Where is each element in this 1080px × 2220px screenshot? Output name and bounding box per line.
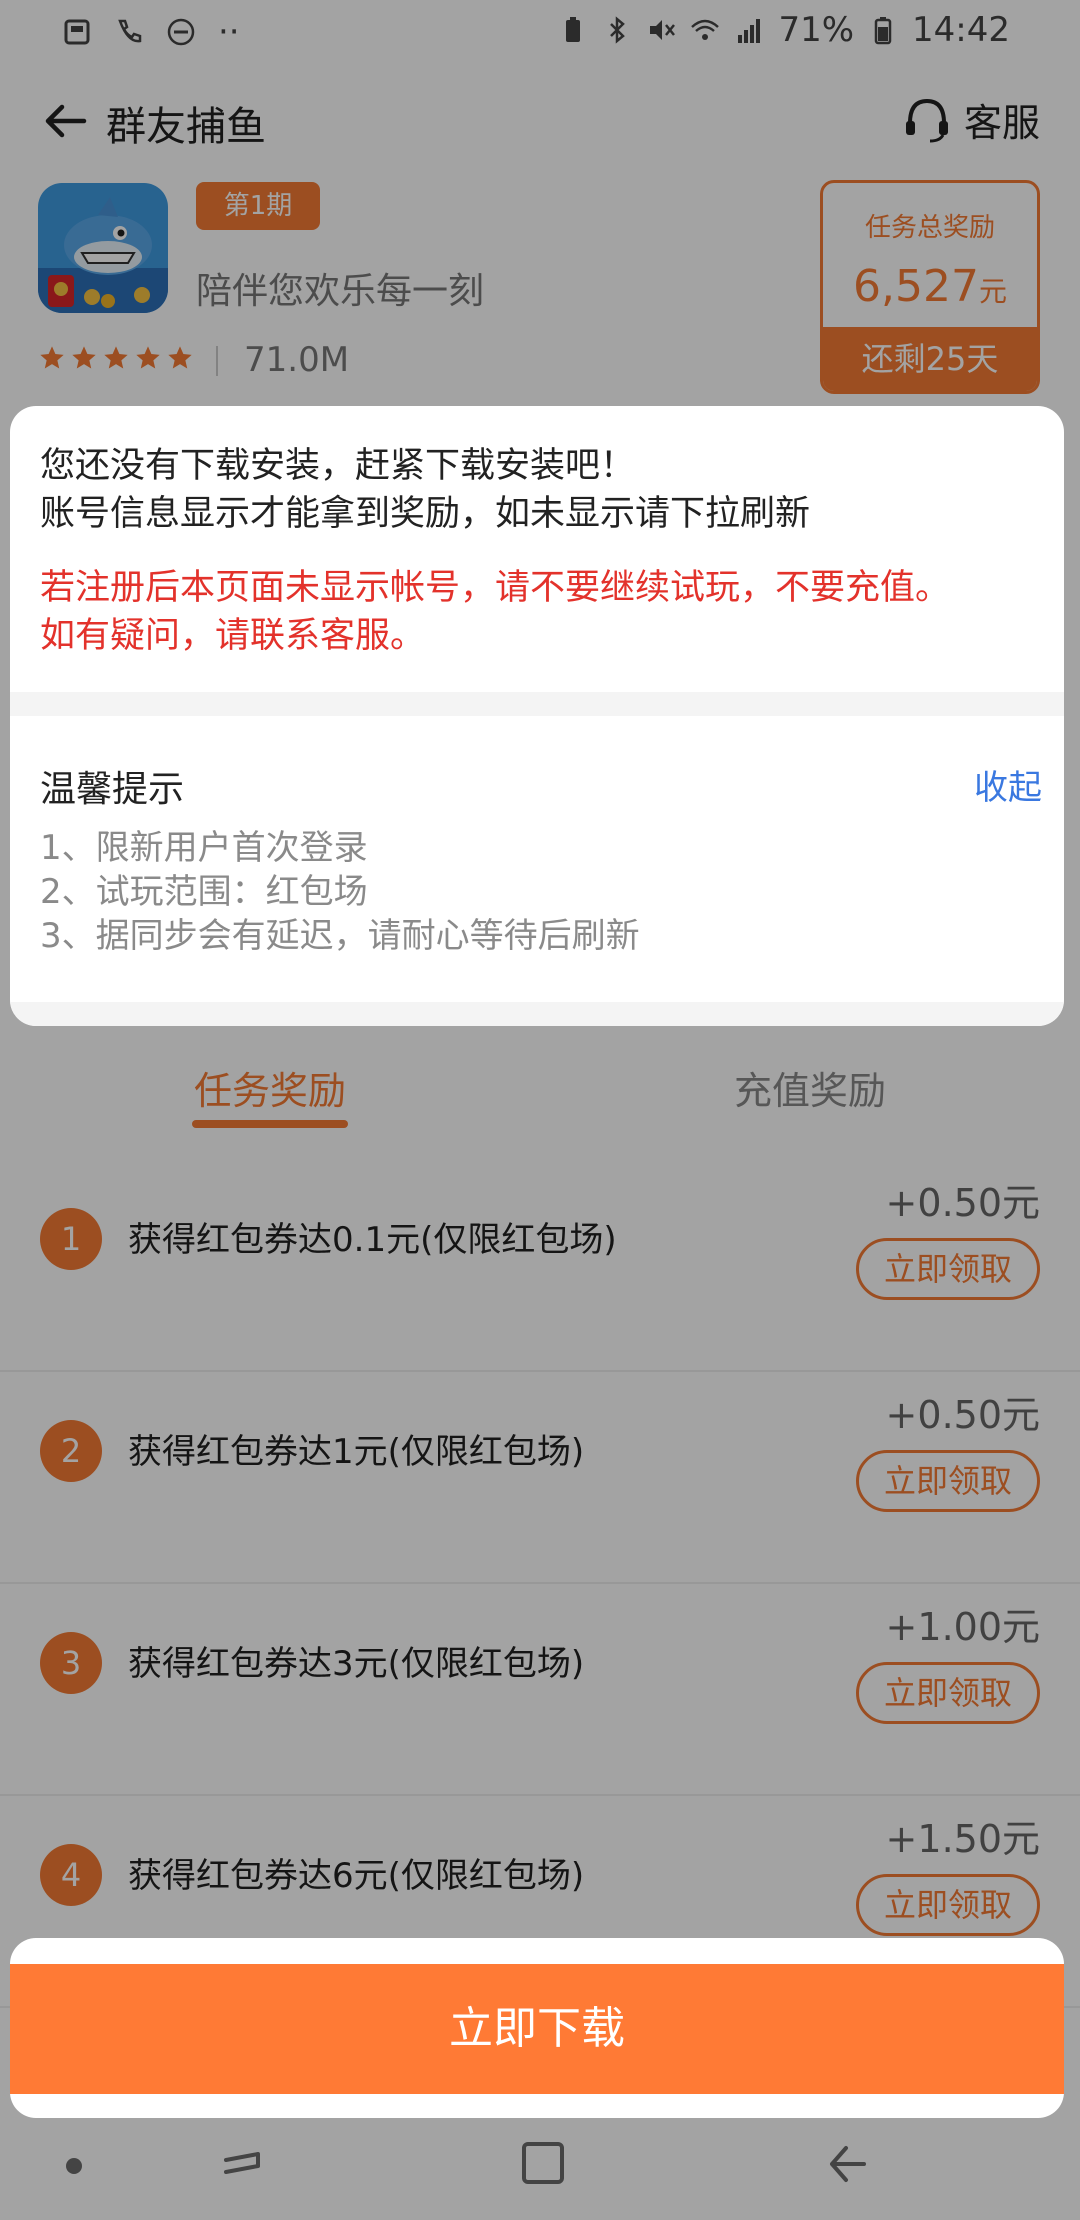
warning-line: 如有疑问，请联系客服。 [40,616,426,656]
notice-line: 您还没有下载安装，赶紧下载安装吧！ [40,446,636,486]
collapse-link[interactable]: 收起 [974,760,1042,809]
download-card: 立即下载 [10,1938,1064,2118]
tips-title: 温馨提示 [40,769,185,810]
back-icon[interactable] [822,2138,872,2188]
tip-item: 2、试玩范围：红包场 [40,872,368,912]
tips-list: 1、限新用户首次登录 2、试玩范围：红包场 3、据同步会有延迟，请耐心等待后刷新 [40,826,640,958]
home-icon[interactable] [516,2136,570,2190]
section-divider [10,692,1064,716]
warning-line: 若注册后本页面未显示帐号，请不要继续试玩，不要充值。 [40,568,951,608]
tip-item: 3、据同步会有延迟，请耐心等待后刷新 [40,916,640,956]
nav-dot-icon [66,2158,82,2174]
notice-line: 账号信息显示才能拿到奖励，如未显示请下拉刷新 [40,494,811,534]
dim-overlay[interactable] [0,0,1080,2220]
recent-apps-icon[interactable] [218,2138,268,2188]
tip-item: 1、限新用户首次登录 [40,828,368,868]
install-notice-card: 您还没有下载安装，赶紧下载安装吧！ 账号信息显示才能拿到奖励，如未显示请下拉刷新… [10,406,1064,1026]
download-now-button[interactable]: 立即下载 [10,1964,1064,2094]
warning-block: 若注册后本页面未显示帐号，请不要继续试玩，不要充值。 如有疑问，请联系客服。 [40,564,1040,660]
system-nav-bar [0,2124,1080,2220]
section-divider [10,1002,1064,1026]
install-notice: 您还没有下载安装，赶紧下载安装吧！ 账号信息显示才能拿到奖励，如未显示请下拉刷新… [40,442,1040,660]
